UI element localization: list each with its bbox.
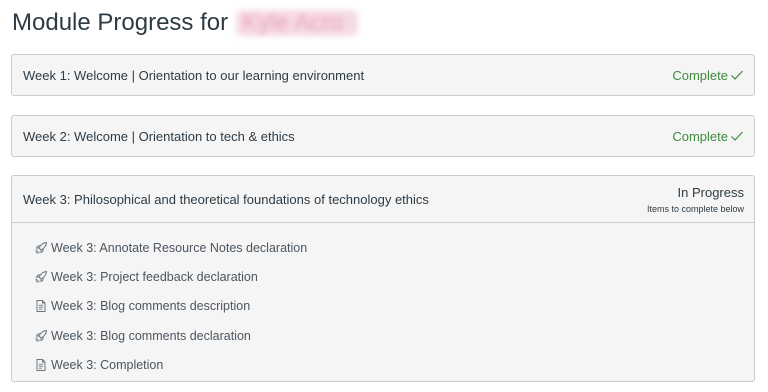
list-item[interactable]: Week 3: Completion: [12, 350, 754, 379]
status-label: Complete: [672, 67, 728, 83]
list-item[interactable]: Week 3: Blog comments description: [12, 292, 754, 321]
module-header[interactable]: Week 3: Philosophical and theoretical fo…: [12, 176, 754, 222]
page-header: Module Progress for Kyle Acro: [12, 6, 359, 40]
student-name-redacted: Kyle Acro: [236, 10, 359, 36]
rocket-icon: [35, 241, 48, 254]
module-week-2[interactable]: Week 2: Welcome | Orientation to tech & …: [11, 115, 755, 157]
status-note: Items to complete below: [646, 203, 744, 214]
module-items-list: Week 3: Annotate Resource Notes declarat…: [12, 222, 754, 380]
module-header[interactable]: Week 1: Welcome | Orientation to our lea…: [12, 55, 754, 95]
page-title: Module Progress for: [12, 9, 229, 36]
status-label: In Progress: [677, 184, 744, 200]
module-header[interactable]: Week 2: Welcome | Orientation to tech & …: [12, 116, 754, 156]
rocket-icon: [35, 270, 48, 283]
item-label: Week 3: Annotate Resource Notes declarat…: [51, 240, 308, 255]
module-title: Week 2: Welcome | Orientation to tech & …: [23, 128, 295, 144]
item-label: Week 3: Blog comments description: [51, 299, 251, 314]
list-item[interactable]: Week 3: Annotate Resource Notes declarat…: [12, 233, 754, 262]
list-item[interactable]: Week 3: Project feedback declaration: [12, 262, 754, 291]
module-title: Week 3: Philosophical and theoretical fo…: [23, 191, 429, 207]
status-label: Complete: [672, 128, 728, 144]
module-progress-page: Module Progress for Kyle Acro Week 1: We…: [0, 0, 768, 392]
status-complete: Complete: [672, 68, 744, 83]
item-label: Week 3: Project feedback declaration: [51, 269, 258, 284]
status-in-progress: In Progress Items to complete below: [647, 185, 744, 214]
rocket-icon: [35, 329, 48, 342]
module-week-3[interactable]: Week 3: Philosophical and theoretical fo…: [11, 175, 755, 382]
item-label: Week 3: Blog comments declaration: [51, 328, 251, 343]
item-label: Week 3: Completion: [51, 357, 164, 372]
list-item[interactable]: Week 3: Blog comments declaration: [12, 321, 754, 350]
document-icon: [36, 300, 46, 313]
document-icon: [36, 358, 46, 371]
check-icon: [731, 131, 743, 141]
module-week-1[interactable]: Week 1: Welcome | Orientation to our lea…: [11, 54, 755, 96]
status-complete: Complete: [672, 129, 744, 144]
check-icon: [731, 70, 743, 80]
module-title: Week 1: Welcome | Orientation to our lea…: [23, 67, 365, 83]
